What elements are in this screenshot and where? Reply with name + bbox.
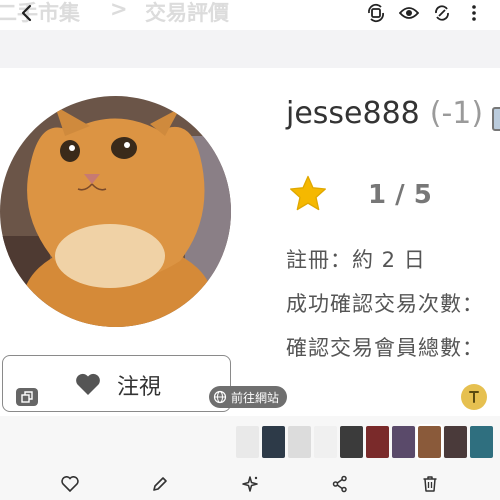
user-score: (-1) [429, 96, 484, 131]
favorite-button[interactable] [59, 473, 81, 495]
thumbnail[interactable] [444, 426, 467, 458]
thumbnail[interactable] [288, 426, 311, 458]
more-vertical-icon [472, 5, 476, 21]
sync-icon [435, 5, 449, 21]
share-icon [332, 475, 347, 493]
bottom-panel [0, 416, 500, 500]
enhance-button[interactable] [239, 473, 261, 495]
trash-icon [423, 476, 437, 492]
edit-icon [153, 477, 167, 491]
follow-label: 注視 [117, 375, 162, 400]
confirmed-members-label: 確認交易會員總數： [286, 336, 484, 360]
username-line: jesse888 (-1) [286, 96, 483, 131]
heart-icon [76, 373, 100, 395]
confirmed-count-label: 成功確認交易次數： [286, 292, 484, 316]
sparkle-icon [242, 476, 258, 492]
cat-photo [0, 96, 231, 327]
avatar [0, 96, 231, 327]
thumbnail[interactable] [366, 426, 389, 458]
thumbnail[interactable] [340, 426, 363, 458]
thumbnail[interactable] [392, 426, 415, 458]
breadcrumb-part1: 二手市集 [0, 1, 80, 25]
sync-button[interactable] [431, 2, 453, 24]
heart-outline-icon [61, 476, 79, 492]
device-badge-icon [492, 107, 500, 131]
back-button[interactable] [14, 0, 40, 26]
username: jesse888 [286, 96, 420, 131]
top-bar: 二手市集 > 交易評價 [0, 0, 500, 30]
rating: 1 / 5 [368, 180, 432, 210]
thumbnail-strip [236, 424, 493, 460]
thumbnail[interactable] [262, 426, 285, 458]
star-icon [290, 175, 326, 211]
breadcrumb-separator: > [110, 0, 128, 21]
goto-site-button[interactable]: 前往網站 [209, 386, 288, 408]
eye-icon [399, 7, 419, 19]
thumbnail-selected[interactable] [416, 424, 443, 460]
copy-button[interactable] [16, 388, 38, 406]
more-button[interactable] [463, 2, 485, 24]
rotate-button[interactable] [365, 2, 387, 24]
goto-site-label: 前往網站 [231, 390, 280, 405]
copy-icon [21, 391, 33, 403]
edit-button[interactable] [149, 473, 171, 495]
gray-band [0, 30, 500, 68]
delete-button[interactable] [419, 473, 441, 495]
registered-info: 註冊：約 2 日 [286, 248, 426, 272]
text-extract-button[interactable] [461, 384, 487, 410]
thumbnail[interactable] [314, 426, 337, 458]
rotate-icon [368, 3, 384, 23]
globe-icon [213, 390, 227, 404]
share-button[interactable] [329, 473, 351, 495]
thumbnail[interactable] [470, 426, 493, 458]
back-arrow-icon [21, 4, 32, 22]
thumbnail[interactable] [236, 426, 259, 458]
view-button[interactable] [398, 2, 420, 24]
breadcrumb-part2: 交易評價 [145, 1, 229, 25]
text-extract-icon [469, 391, 479, 403]
